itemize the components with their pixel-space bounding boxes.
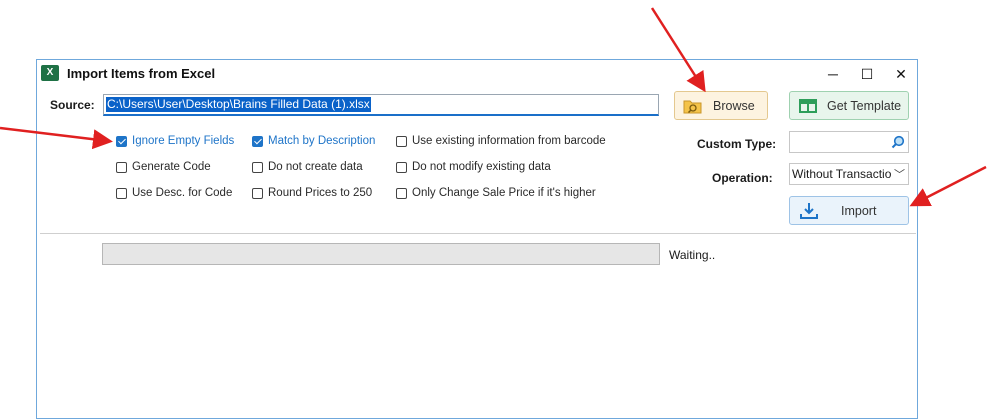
annotation-arrow-ignore-empty <box>0 126 113 150</box>
annotation-arrow-browse <box>650 7 706 93</box>
annotation-arrows <box>0 7 987 207</box>
annotation-arrow-import <box>909 165 987 207</box>
